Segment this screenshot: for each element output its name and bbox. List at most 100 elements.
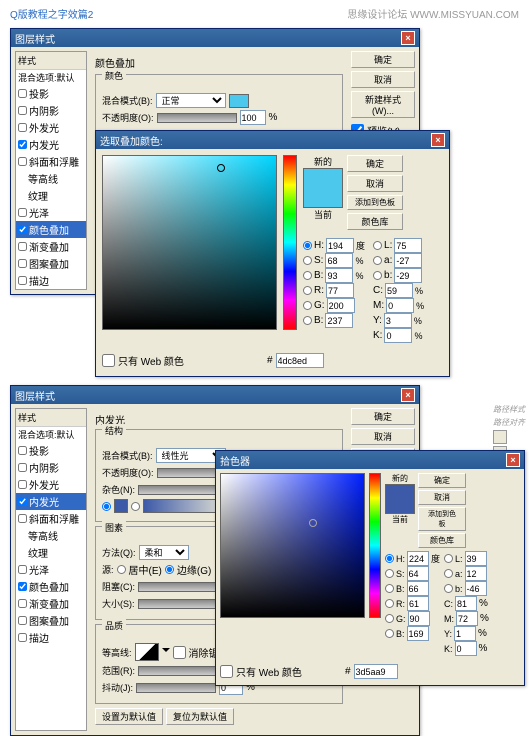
close-icon[interactable]: ×	[506, 453, 520, 467]
style-item[interactable]: 渐变叠加	[16, 595, 86, 612]
g-input[interactable]	[327, 298, 355, 313]
style-item[interactable]: 颜色叠加	[16, 221, 86, 238]
range-slider[interactable]	[138, 666, 218, 676]
style-check[interactable]	[18, 208, 27, 217]
bv-radio[interactable]	[303, 316, 312, 325]
style-item[interactable]: 描边	[16, 629, 86, 646]
ok-button[interactable]: 确定	[418, 473, 466, 488]
k-input[interactable]	[455, 641, 477, 656]
lb-input[interactable]	[465, 581, 487, 596]
close-icon[interactable]: ×	[401, 31, 415, 45]
style-check[interactable]	[18, 140, 27, 149]
style-check[interactable]	[18, 225, 27, 234]
opacity-slider[interactable]	[157, 113, 237, 123]
tool-icon[interactable]	[493, 430, 507, 444]
a-input[interactable]	[465, 566, 487, 581]
style-item[interactable]: 纹理	[16, 187, 86, 204]
hue-slider[interactable]	[283, 155, 297, 330]
cancel-button[interactable]: 取消	[351, 428, 415, 445]
add-swatch-button[interactable]: 添加到色板	[418, 507, 466, 531]
g-radio[interactable]	[303, 301, 312, 310]
style-item[interactable]: 渐变叠加	[16, 238, 86, 255]
lb-input[interactable]	[394, 268, 422, 283]
bv-input[interactable]	[325, 313, 353, 328]
k-input[interactable]	[384, 328, 412, 343]
gradient-radio[interactable]	[131, 502, 140, 511]
style-item[interactable]: 光泽	[16, 561, 86, 578]
glow-color-swatch[interactable]	[114, 499, 128, 513]
add-swatch-button[interactable]: 添加到色板	[347, 195, 403, 210]
new-style-button[interactable]: 新建样式(W)...	[351, 91, 415, 118]
b-radio[interactable]	[303, 271, 312, 280]
c-input[interactable]	[455, 596, 477, 611]
s-input[interactable]	[325, 253, 353, 268]
ok-button[interactable]: 确定	[351, 408, 415, 425]
color-swatch[interactable]	[229, 94, 249, 108]
l-radio[interactable]	[373, 241, 382, 250]
style-item[interactable]: 内发光	[16, 493, 86, 510]
style-item[interactable]: 斜面和浮雕	[16, 510, 86, 527]
style-item[interactable]: 颜色叠加	[16, 578, 86, 595]
l-input[interactable]	[394, 238, 422, 253]
b-input[interactable]	[325, 268, 353, 283]
bv-input[interactable]	[407, 626, 429, 641]
lb-radio[interactable]	[373, 271, 382, 280]
s-input[interactable]	[407, 566, 429, 581]
m-input[interactable]	[386, 298, 414, 313]
cancel-button[interactable]: 取消	[418, 490, 466, 505]
ok-button[interactable]: 确定	[347, 155, 403, 172]
contour-picker[interactable]	[135, 643, 159, 661]
color-lib-button[interactable]: 颜色库	[347, 213, 403, 230]
b-input[interactable]	[407, 581, 429, 596]
h-input[interactable]	[326, 238, 354, 253]
style-item[interactable]: 图案叠加	[16, 612, 86, 629]
antialias-check[interactable]	[173, 646, 186, 659]
color-lib-button[interactable]: 颜色库	[418, 533, 466, 548]
s-radio[interactable]	[303, 256, 312, 265]
m-input[interactable]	[456, 611, 478, 626]
style-item[interactable]: 等高线	[16, 527, 86, 544]
noise-slider[interactable]	[138, 485, 218, 495]
source-center-radio[interactable]	[117, 565, 126, 574]
style-item[interactable]: 投影	[16, 85, 86, 102]
cancel-button[interactable]: 取消	[351, 71, 415, 88]
choke-slider[interactable]	[138, 582, 218, 592]
style-item[interactable]: 斜面和浮雕	[16, 153, 86, 170]
style-check[interactable]	[18, 276, 27, 285]
l-input[interactable]	[465, 551, 487, 566]
style-check[interactable]	[18, 259, 27, 268]
style-item[interactable]: 外发光	[16, 476, 86, 493]
style-item[interactable]: 外发光	[16, 119, 86, 136]
c-input[interactable]	[385, 283, 413, 298]
style-item[interactable]: 内阴影	[16, 459, 86, 476]
h-radio[interactable]	[303, 241, 312, 250]
blend-mode-select[interactable]: 正常	[156, 93, 226, 108]
a-radio[interactable]	[373, 256, 382, 265]
style-item[interactable]: 纹理	[16, 544, 86, 561]
saturation-value-field[interactable]	[220, 473, 365, 618]
style-check[interactable]	[18, 157, 27, 166]
cancel-button[interactable]: 取消	[347, 175, 403, 192]
hex-input[interactable]	[276, 353, 324, 368]
style-item[interactable]: 内阴影	[16, 102, 86, 119]
style-check[interactable]	[18, 242, 27, 251]
y-input[interactable]	[454, 626, 476, 641]
saturation-value-field[interactable]	[102, 155, 277, 330]
r-input[interactable]	[326, 283, 354, 298]
style-item[interactable]: 等高线	[16, 170, 86, 187]
close-icon[interactable]: ×	[431, 133, 445, 147]
set-default-button[interactable]: 设置为默认值	[95, 708, 163, 725]
size-slider[interactable]	[138, 599, 218, 609]
style-item[interactable]: 描边	[16, 272, 86, 289]
hue-slider[interactable]	[369, 473, 381, 618]
style-check[interactable]	[18, 123, 27, 132]
blend-options[interactable]: 混合选项:默认	[16, 70, 86, 85]
r-input[interactable]	[407, 596, 429, 611]
web-only-check[interactable]	[220, 665, 233, 678]
reset-default-button[interactable]: 复位为默认值	[166, 708, 234, 725]
source-edge-radio[interactable]	[165, 565, 174, 574]
h-input[interactable]	[407, 551, 429, 566]
close-icon[interactable]: ×	[401, 388, 415, 402]
blend-options[interactable]: 混合选项:默认	[16, 427, 86, 442]
color-radio[interactable]	[102, 502, 111, 511]
